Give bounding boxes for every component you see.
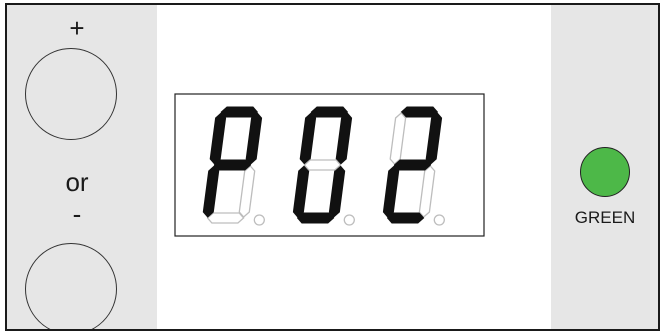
green-led-icon: [580, 147, 630, 197]
digit-3-segment-a-on: [400, 106, 439, 118]
indicator-label: GREEN: [574, 208, 636, 227]
digit-1-segment-a-on: [220, 106, 258, 118]
digit-3-segment-d-on: [386, 212, 425, 224]
control-panel: + or - GREEN: [5, 3, 660, 331]
digit-2-segment-d-on: [296, 212, 335, 224]
seven-segment-display: [174, 93, 485, 237]
digit-2-segment-a-on: [310, 106, 349, 118]
digit-3-segment-g-on: [393, 159, 432, 171]
digit-1-segment-g-on: [213, 159, 252, 171]
